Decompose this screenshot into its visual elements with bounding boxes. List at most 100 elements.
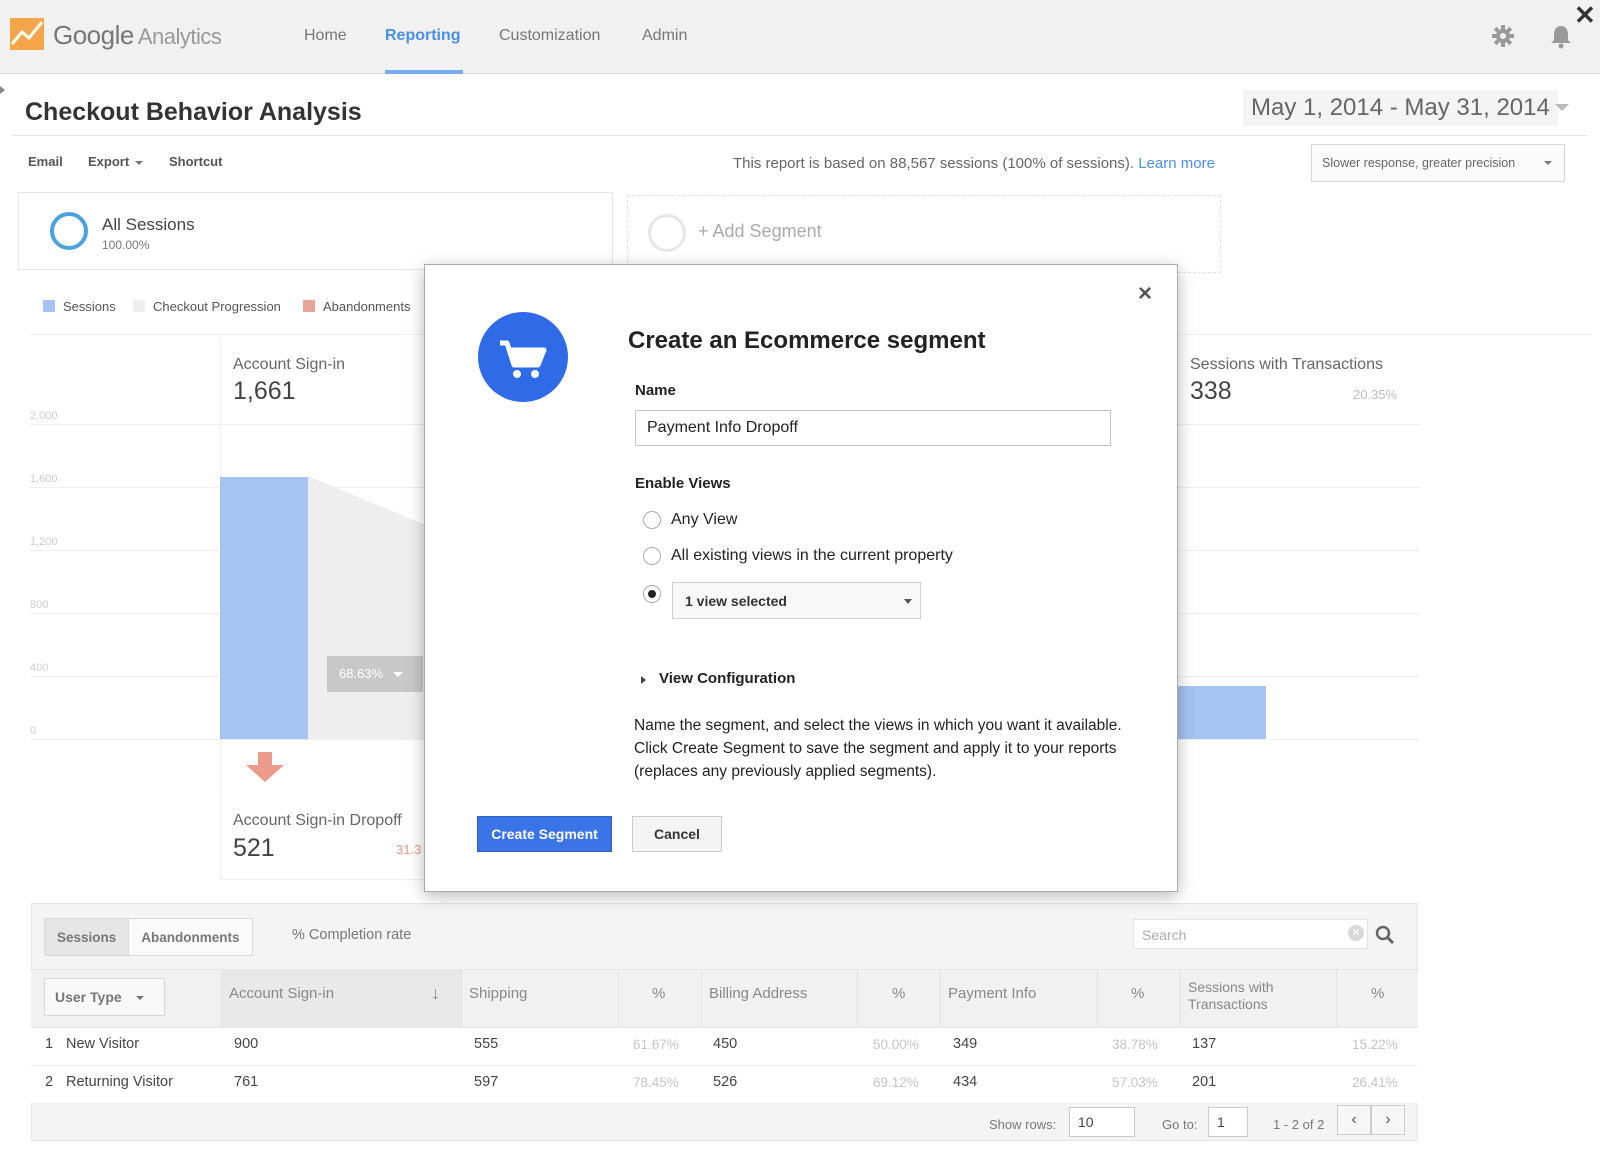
cell-account-sign-in: 900 [234,1036,259,1052]
legend-label: Checkout Progression [153,299,281,314]
conversion-rate-badge[interactable]: 68.63% [327,656,423,692]
nav-home[interactable]: Home [304,27,347,45]
cell-pct: 50.00% [873,1037,919,1052]
column-divider [1097,969,1098,1028]
dropoff-value: 521 [233,834,275,862]
radio-existing-views-label[interactable]: All existing views in the current proper… [671,547,953,565]
legend-swatch [303,300,315,312]
cell-account-sign-in: 761 [234,1074,259,1090]
y-tick-label: 1,200 [30,536,58,548]
radio-any-view[interactable] [643,511,661,529]
column-header-account-sign-in[interactable]: Account Sign-in [229,985,334,1002]
goto-input[interactable]: 1 [1208,1107,1248,1137]
legend-label: Abandonments [323,299,411,314]
radio-any-view-label[interactable]: Any View [671,511,737,529]
logo-wordmark[interactable]: Google Analytics [53,20,222,51]
view-configuration-toggle[interactable]: View Configuration [659,670,795,687]
expand-arrow-icon[interactable] [641,676,646,684]
column-header-sessions-with-transactions[interactable]: Sessions with Transactions [1188,979,1274,1013]
cell-payment-info: 434 [953,1074,978,1090]
close-icon[interactable]: ✕ [1574,0,1596,31]
column-divider [618,969,619,1028]
column-divider [701,969,702,1028]
table-search-input[interactable]: Search [1133,919,1368,949]
segment-pct: 100.00% [102,238,150,252]
tab-sessions[interactable]: Sessions [45,919,130,955]
column-header-pct[interactable]: % [1131,985,1144,1002]
pagination-range: 1 - 2 of 2 [1273,1117,1325,1132]
nav-admin[interactable]: Admin [642,27,687,45]
column-header-pct[interactable]: % [1371,985,1384,1002]
add-segment-button[interactable]: + Add Segment [698,221,822,242]
show-rows-select[interactable]: 10 [1069,1107,1135,1137]
column-header-pct[interactable]: % [652,985,665,1002]
cell-pct: 57.03% [1112,1075,1158,1090]
row-index: 1 [45,1036,54,1052]
view-select-value: 1 view selected [685,593,787,609]
sampling-note: This report is based on 88,567 sessions … [733,155,1215,172]
dimension-select[interactable]: User Type [44,978,165,1016]
close-dialog-button[interactable]: × [1138,280,1152,308]
prev-page-button[interactable]: ‹ [1337,1105,1371,1135]
row-user-type[interactable]: Returning Visitor [66,1074,173,1090]
row-index: 2 [45,1074,54,1090]
tab-abandonments[interactable]: Abandonments [129,919,251,955]
export-label: Export [88,154,130,169]
column-divider [857,969,858,1028]
sort-descending-icon[interactable]: ↓ [431,983,440,1004]
search-icon[interactable] [1374,924,1396,946]
dropoff-label: Account Sign-in Dropoff [233,812,402,829]
row-user-type[interactable]: New Visitor [66,1036,139,1052]
view-select-dropdown[interactable]: 1 view selected [672,582,921,619]
analytics-logo-icon[interactable] [10,18,44,50]
divider [12,135,1587,136]
dialog-description: Name the segment, and select the views i… [634,717,1122,780]
cell-billing-address: 450 [713,1036,738,1052]
sessions-bar-account-sign-in[interactable] [220,477,308,739]
email-button[interactable]: Email [28,154,63,169]
precision-value: Slower response, greater precision [1322,156,1516,170]
sessions-bar-transactions[interactable] [1178,686,1266,739]
y-tick-label: 2,000 [30,410,58,422]
cell-pct: 78.45% [633,1075,679,1090]
y-tick-label: 1,600 [30,473,58,485]
cell-billing-address: 526 [713,1074,738,1090]
goto-label: Go to: [1162,1117,1198,1132]
column-header-pct[interactable]: % [892,985,905,1002]
next-page-button[interactable]: › [1371,1105,1405,1135]
learn-more-link[interactable]: Learn more [1138,155,1215,172]
segment-name: All Sessions [102,215,195,234]
completion-rate-toggle[interactable]: % Completion rate [292,927,411,943]
gear-icon[interactable] [1489,22,1517,50]
segment-name-input[interactable] [635,410,1111,446]
column-header-payment-info[interactable]: Payment Info [948,985,1036,1002]
date-range-picker[interactable]: May 1, 2014 - May 31, 2014 [1243,90,1558,126]
chevron-down-icon [135,160,144,165]
cell-shipping: 597 [474,1074,499,1090]
column-header-line: Sessions with [1188,979,1274,995]
precision-select[interactable]: Slower response, greater precision [1311,144,1565,182]
column-header-billing-address[interactable]: Billing Address [709,985,807,1002]
create-segment-button[interactable]: Create Segment [477,816,612,852]
chevron-down-icon [904,599,912,604]
cell-sessions-with-transactions: 201 [1192,1074,1217,1090]
legend-swatch [43,300,55,312]
stage-value: 338 [1190,377,1232,405]
nav-customization[interactable]: Customization [499,27,600,45]
cancel-button[interactable]: Cancel [632,816,722,852]
conversion-rate-value: 68.63% [339,666,384,681]
chevron-down-icon[interactable] [1555,104,1569,111]
radio-existing-views[interactable] [643,547,661,565]
legend-swatch [133,300,145,312]
clear-search-icon[interactable]: ✕ [1348,925,1364,941]
dialog-title: Create an Ecommerce segment [628,327,986,354]
radio-selected-views[interactable] [643,585,661,603]
column-header-shipping[interactable]: Shipping [469,985,527,1002]
cell-pct: 69.12% [873,1075,919,1090]
export-button[interactable]: Export [88,154,144,169]
segment-ring-icon [648,214,686,252]
bell-icon[interactable] [1547,22,1575,50]
shortcut-button[interactable]: Shortcut [169,154,222,169]
nav-reporting[interactable]: Reporting [385,27,461,45]
sidebar-toggle-icon[interactable] [0,86,5,94]
